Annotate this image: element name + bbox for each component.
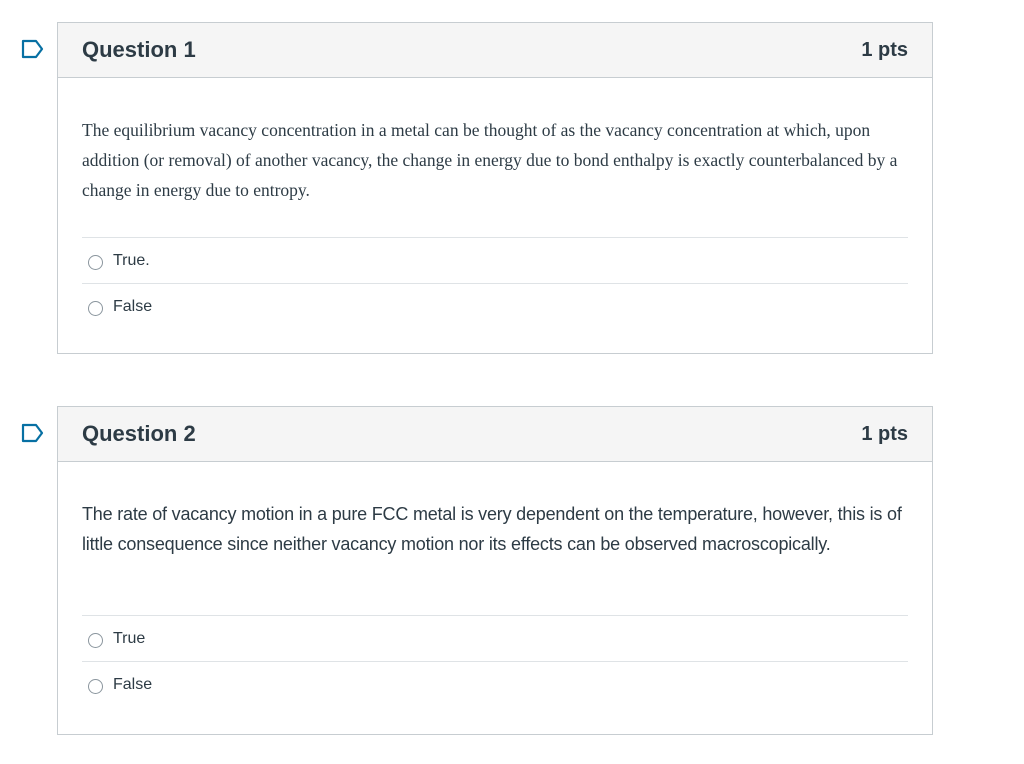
- question-text: The rate of vacancy motion in a pure FCC…: [82, 504, 902, 554]
- question-text: The equilibrium vacancy concentration in…: [82, 120, 898, 200]
- question-points: 1 pts: [861, 422, 908, 445]
- question-title: Question 2: [82, 421, 196, 446]
- answer-label: True.: [113, 251, 150, 269]
- radio-button-icon[interactable]: [88, 632, 103, 648]
- answer-list: True. False: [82, 237, 908, 330]
- answer-label: True: [113, 629, 146, 647]
- answer-option-true[interactable]: True: [82, 616, 908, 662]
- answer-label: False: [113, 676, 153, 693]
- answer-list: True False: [82, 615, 908, 708]
- question-header: Question 2 1 pts: [58, 407, 932, 462]
- answer-option-false[interactable]: False: [82, 662, 908, 708]
- radio-button-icon[interactable]: [88, 254, 103, 270]
- answer-label: False: [113, 298, 153, 315]
- answer-option-false[interactable]: False: [82, 284, 908, 330]
- question-body: The rate of vacancy motion in a pure FCC…: [58, 462, 932, 708]
- question-title: Question 1: [82, 37, 196, 62]
- question-body: The equilibrium vacancy concentration in…: [58, 78, 932, 330]
- flag-question-icon[interactable]: [21, 39, 45, 59]
- radio-button-icon[interactable]: [88, 679, 103, 694]
- answer-option-true[interactable]: True.: [82, 238, 908, 284]
- question-card-2: Question 2 1 pts The rate of vacancy mot…: [21, 406, 933, 735]
- flag-question-icon[interactable]: [21, 423, 45, 443]
- radio-button-icon[interactable]: [88, 301, 103, 316]
- question-header: Question 1 1 pts: [58, 23, 932, 78]
- question-card-1: Question 1 1 pts The equilibrium vacancy…: [21, 22, 933, 354]
- question-points: 1 pts: [861, 38, 908, 61]
